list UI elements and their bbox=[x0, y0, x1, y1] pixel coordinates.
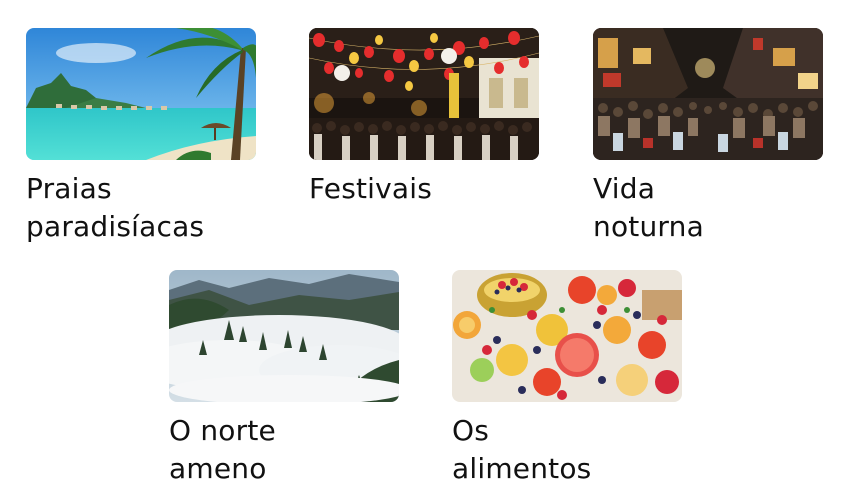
card-beaches[interactable]: Praias paradisíacas bbox=[26, 28, 256, 246]
card-food[interactable]: Os alimentos bbox=[452, 270, 682, 488]
card-title: O norte ameno bbox=[169, 412, 399, 488]
lantern-festival-image[interactable] bbox=[309, 28, 539, 160]
card-title: Praias paradisíacas bbox=[26, 170, 256, 246]
tropical-beach-image[interactable] bbox=[26, 28, 256, 160]
card-title: Os alimentos bbox=[452, 412, 682, 488]
card-title: Festivais bbox=[309, 170, 539, 208]
card-title-line: ameno bbox=[169, 452, 267, 485]
card-title-line: Festivais bbox=[309, 172, 433, 205]
card-title-line: paradisíacas bbox=[26, 210, 205, 243]
night-street-image[interactable] bbox=[593, 28, 823, 160]
card-title-line: Os bbox=[452, 414, 490, 447]
card-title: Vida noturna bbox=[593, 170, 823, 246]
fruit-platter-image[interactable] bbox=[452, 270, 682, 402]
card-title-line: alimentos bbox=[452, 452, 592, 485]
card-nightlife[interactable]: Vida noturna bbox=[593, 28, 823, 246]
card-title-line: noturna bbox=[593, 210, 704, 243]
card-title-line: O norte bbox=[169, 414, 276, 447]
misty-mountains-image[interactable] bbox=[169, 270, 399, 402]
card-title-line: Praias bbox=[26, 172, 112, 205]
card-title-line: Vida bbox=[593, 172, 656, 205]
card-festivals[interactable]: Festivais bbox=[309, 28, 539, 208]
card-mild-north[interactable]: O norte ameno bbox=[169, 270, 399, 488]
